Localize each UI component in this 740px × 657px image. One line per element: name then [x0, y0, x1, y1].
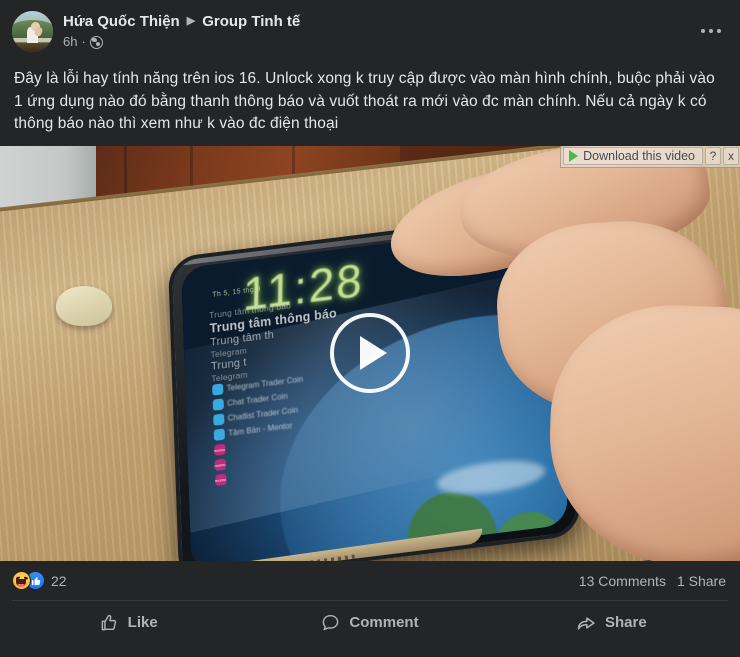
telegram-app-icon	[212, 398, 224, 411]
post-options-button[interactable]	[694, 18, 728, 44]
speech-bubble-icon	[323, 614, 339, 631]
momo-app-icon: momo	[213, 443, 225, 456]
play-triangle	[360, 336, 387, 370]
globe-icon	[89, 35, 103, 49]
momo-app-icon: momo	[214, 458, 226, 471]
play-button-icon[interactable]	[330, 313, 410, 393]
comment-label: Comment	[349, 614, 419, 631]
thumbs-up-icon	[101, 614, 116, 631]
shares-count[interactable]: 1 Share	[677, 573, 726, 589]
green-play-icon	[569, 150, 579, 162]
group-name[interactable]: Group Tinh tế	[202, 12, 300, 31]
download-video-overlay: Download this video ? x	[560, 145, 740, 168]
download-help-button[interactable]: ?	[705, 147, 721, 165]
meta-separator: ·	[81, 34, 86, 49]
share-button[interactable]: Share	[491, 605, 732, 641]
share-arrow-icon	[577, 616, 595, 630]
play-triangle-icon: ▶	[186, 15, 196, 27]
facebook-post: Hứa Quốc Thiện ▶ Group Tinh tế 6h · Đây …	[0, 0, 740, 657]
author-line: Hứa Quốc Thiện ▶ Group Tinh tế	[63, 12, 300, 31]
momo-app-icon: momo	[214, 473, 226, 486]
post-meta: 6h ·	[63, 34, 300, 50]
notification-text: Chat Trader Coin	[227, 391, 288, 408]
timestamp[interactable]: 6h	[63, 34, 77, 50]
post-header-text: Hứa Quốc Thiện ▶ Group Tinh tế 6h ·	[63, 11, 300, 50]
thumbs-up-glyph	[31, 577, 41, 586]
ellipsis-dot	[716, 28, 722, 34]
small-object-on-table	[56, 285, 112, 326]
telegram-app-icon	[212, 413, 224, 426]
comment-button[interactable]: Comment	[249, 605, 490, 641]
avatar-foreground	[12, 42, 53, 52]
post-action-bar: Like Comment Share	[0, 601, 740, 647]
post-body-text: Đây là lỗi hay tính năng trên ios 16. Un…	[14, 70, 715, 132]
haha-mouth	[16, 579, 26, 587]
post-header: Hứa Quốc Thiện ▶ Group Tinh tế 6h ·	[0, 0, 740, 62]
avatar[interactable]	[12, 11, 53, 52]
share-label: Share	[604, 614, 647, 631]
post-stats: 22 13 Comments 1 Share	[0, 561, 740, 600]
reaction-summary[interactable]: 22	[12, 571, 67, 590]
like-label: Like	[127, 614, 158, 631]
reaction-count: 22	[51, 572, 67, 589]
like-button[interactable]: Like	[8, 605, 249, 641]
video-player[interactable]: Th 5, 15 thg 9 11:28 Trung tâm thông báo…	[0, 145, 740, 561]
download-this-video-button[interactable]: Download this video	[563, 147, 703, 165]
telegram-app-icon	[213, 428, 225, 441]
comments-count[interactable]: 13 Comments	[579, 573, 666, 589]
speaker-grille	[289, 553, 359, 561]
author-name[interactable]: Hứa Quốc Thiện	[63, 12, 180, 31]
telegram-app-icon	[211, 383, 223, 396]
comment-share-counts: 13 Comments 1 Share	[579, 573, 726, 589]
download-label: Download this video	[583, 149, 695, 163]
reaction-icons	[12, 571, 45, 590]
download-close-button[interactable]: x	[723, 147, 739, 165]
notification-text: Tâm Bản - Mentor	[228, 420, 293, 438]
ellipsis-dot	[700, 28, 706, 34]
haha-reaction-icon	[12, 571, 31, 590]
ellipsis-dot	[708, 28, 714, 34]
